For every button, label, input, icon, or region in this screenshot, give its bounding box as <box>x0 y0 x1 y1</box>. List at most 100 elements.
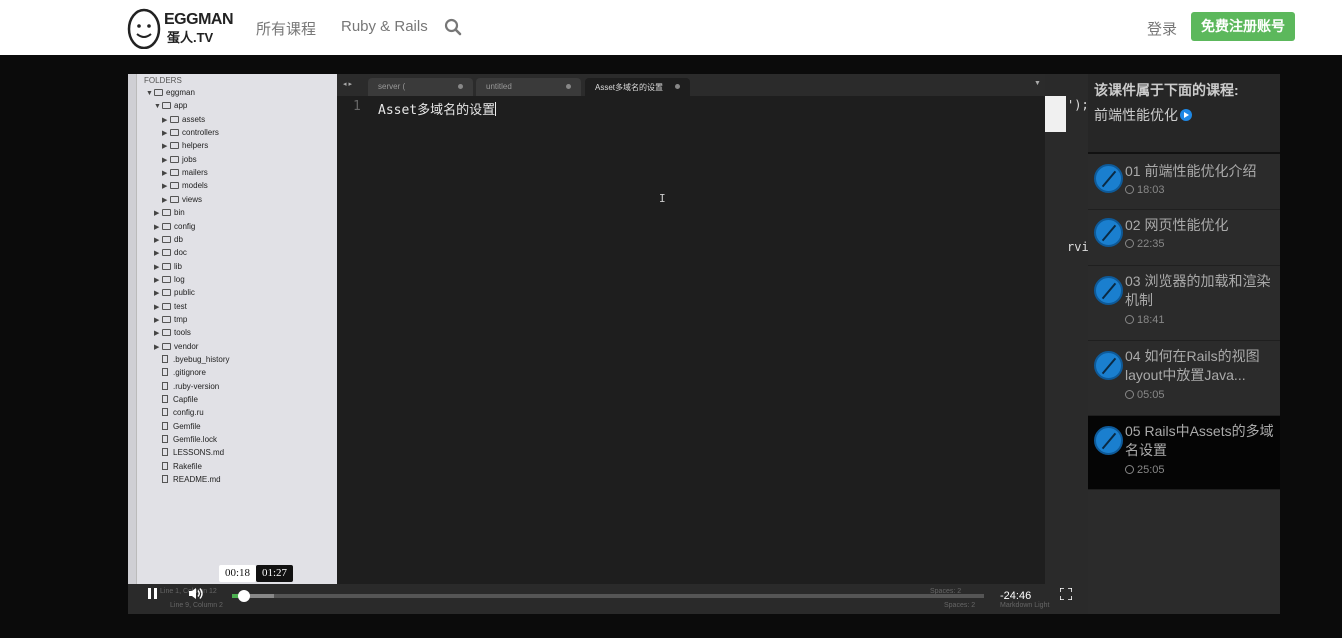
register-button[interactable]: 免费注册账号 <box>1191 12 1295 41</box>
file-tree-label: Gemfile <box>173 421 201 431</box>
file-tree-item[interactable]: ▶ mailers <box>162 168 208 177</box>
chevron-right-icon[interactable]: ▶ <box>162 129 170 137</box>
folder-icon <box>162 235 171 243</box>
file-tree-item[interactable]: Gemfile.lock <box>162 435 217 444</box>
lesson-duration-text: 18:41 <box>1137 314 1165 326</box>
file-tree-label: db <box>174 234 183 244</box>
file-tree-item[interactable]: ▶ db <box>154 235 183 244</box>
tab-nav-arrows-icon: ◂ ▸ <box>343 81 352 88</box>
chevron-right-icon[interactable]: ▶ <box>154 276 162 284</box>
chevron-right-icon[interactable]: ▶ <box>154 209 162 217</box>
file-icon <box>162 421 168 430</box>
nav-ruby-rails[interactable]: Ruby & Rails <box>341 18 428 35</box>
chevron-right-icon[interactable]: ▶ <box>154 303 162 311</box>
file-tree-item[interactable]: LESSONS.md <box>162 448 224 457</box>
file-tree-item[interactable]: ▶ public <box>154 288 195 297</box>
file-tree-item[interactable]: ▶ lib <box>154 262 182 271</box>
file-tree-item[interactable]: ▶ models <box>162 181 208 190</box>
lesson-item[interactable]: 02 网页性能优化 22:35 <box>1088 210 1280 266</box>
file-tree-item[interactable]: Rakefile <box>162 461 202 471</box>
file-tree-item[interactable]: ▶ config <box>154 222 195 231</box>
file-tree-item[interactable]: ▶ log <box>154 275 185 284</box>
login-link[interactable]: 登录 <box>1147 18 1177 39</box>
course-panel: 该课件属于下面的课程: 前端性能优化 01 前端性能优化介绍 18:03 02 网页… <box>1088 74 1280 614</box>
progress-handle[interactable] <box>238 590 251 602</box>
lesson-duration-text: 05:05 <box>1137 389 1165 401</box>
file-tree-item[interactable]: Gemfile <box>162 421 201 431</box>
second-window-panel <box>1045 96 1066 132</box>
file-tree-item[interactable]: ▶ helpers <box>162 141 208 150</box>
eggman-logo[interactable]: EGGMAN 蛋人.TV <box>127 5 234 49</box>
chevron-right-icon[interactable]: ▶ <box>162 156 170 164</box>
chevron-right-icon[interactable]: ▶ <box>162 196 170 204</box>
lesson-item[interactable]: 05 Rails中Assets的多域名设置 25:05 <box>1088 416 1280 490</box>
compass-icon <box>1094 426 1123 455</box>
pause-icon[interactable] <box>148 588 158 599</box>
file-tree-item[interactable]: .gitignore <box>162 368 206 377</box>
chevron-right-icon[interactable]: ▶ <box>154 316 162 324</box>
folder-icon <box>170 115 179 123</box>
course-name-link[interactable]: 前端性能优化 <box>1094 105 1192 125</box>
chevron-right-icon[interactable]: ▶ <box>162 169 170 177</box>
file-tree-item[interactable]: ▶ tools <box>154 328 191 337</box>
file-tree-item[interactable]: Capfile <box>162 395 198 404</box>
file-tree-label: lib <box>174 261 183 271</box>
lesson-duration-text: 25:05 <box>1137 464 1165 476</box>
file-tree-item[interactable]: ▶ bin <box>154 208 185 217</box>
file-tree-item[interactable]: ▼ eggman <box>146 88 195 97</box>
file-tree-item[interactable]: .ruby-version <box>162 381 219 391</box>
file-tree-item[interactable]: README.md <box>162 475 221 484</box>
file-tree-item[interactable]: ▶ views <box>162 195 202 204</box>
file-tree-item[interactable]: .byebug_history <box>162 355 229 364</box>
file-tree-item[interactable]: ▶ doc <box>154 248 187 257</box>
volume-icon[interactable] <box>188 587 204 600</box>
lesson-title: 05 Rails中Assets的多域名设置 <box>1125 423 1274 458</box>
file-tree-item[interactable]: ▶ vendor <box>154 342 198 351</box>
file-tree-item[interactable]: ▶ jobs <box>162 155 197 164</box>
lesson-item[interactable]: 01 前端性能优化介绍 18:03 <box>1088 156 1280 210</box>
chevron-right-icon[interactable]: ▶ <box>162 142 170 150</box>
chevron-right-icon[interactable]: ▶ <box>154 289 162 297</box>
file-icon <box>162 475 168 484</box>
file-tree-label: mailers <box>182 168 208 178</box>
lesson-item[interactable]: 03 浏览器的加载和渲染机制 18:41 <box>1088 266 1280 341</box>
lesson-item[interactable]: 04 如何在Rails的视图layout中放置Java... 05:05 <box>1088 341 1280 416</box>
file-tree-item[interactable]: ▶ tmp <box>154 315 187 324</box>
file-tree-label: Capfile <box>173 395 198 405</box>
chevron-right-icon[interactable]: ▶ <box>154 236 162 244</box>
chevron-down-icon[interactable]: ▼ <box>146 90 154 97</box>
progress-bar[interactable] <box>232 590 984 602</box>
tab-dirty-icon <box>458 84 463 89</box>
file-tree-item[interactable]: ▶ test <box>154 302 187 311</box>
tab-menu-icon: ▼ <box>1034 80 1041 87</box>
search-icon[interactable] <box>444 18 462 36</box>
chevron-right-icon[interactable]: ▶ <box>162 116 170 124</box>
file-tree-item[interactable]: ▼ app <box>154 101 187 110</box>
nav-all-courses[interactable]: 所有课程 <box>256 18 316 39</box>
chevron-down-icon[interactable]: ▼ <box>154 103 162 110</box>
file-tree-label: config.ru <box>173 408 204 418</box>
file-icon <box>162 435 168 444</box>
chevron-right-icon[interactable]: ▶ <box>154 249 162 257</box>
video-player[interactable]: FOLDERS ▼ eggman ▼ app ▶ assets ▶ controllers ▶ h… <box>128 74 1088 614</box>
file-tree-item[interactable]: config.ru <box>162 408 204 417</box>
chevron-right-icon[interactable]: ▶ <box>162 182 170 190</box>
chevron-right-icon[interactable]: ▶ <box>154 223 162 231</box>
fullscreen-icon[interactable] <box>1060 588 1072 600</box>
chevron-right-icon[interactable]: ▶ <box>154 263 162 271</box>
folder-icon <box>170 129 179 137</box>
code-line: Asset多域名的设置 <box>378 99 497 118</box>
file-tree-label: doc <box>174 248 187 258</box>
chevron-right-icon[interactable]: ▶ <box>154 329 162 337</box>
compass-icon <box>1094 218 1123 247</box>
file-tree-item[interactable]: ▶ controllers <box>162 128 219 137</box>
file-tree-label: controllers <box>182 128 219 138</box>
folder-icon <box>170 155 179 163</box>
clock-icon <box>1125 315 1134 324</box>
clock-icon <box>1125 390 1134 399</box>
tab-label: untitled <box>486 82 512 91</box>
clock-icon <box>1125 185 1134 194</box>
file-tree-item[interactable]: ▶ assets <box>162 115 205 124</box>
chevron-right-icon[interactable]: ▶ <box>154 343 162 351</box>
folder-icon <box>170 142 179 150</box>
